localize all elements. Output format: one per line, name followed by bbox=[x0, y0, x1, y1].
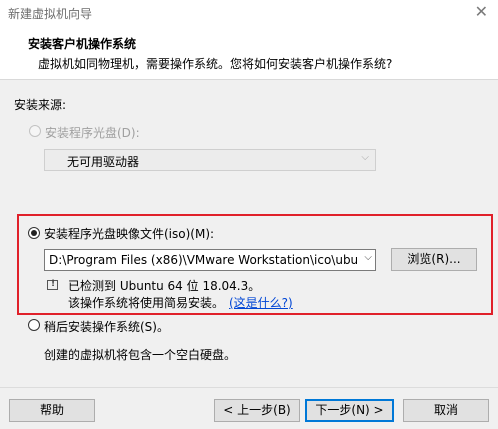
back-button[interactable]: < 上一步(B) bbox=[214, 399, 300, 422]
next-button[interactable]: 下一步(N) > bbox=[305, 399, 394, 422]
easy-install-text: 该操作系统将使用简易安装。 bbox=[68, 296, 225, 310]
iso-path-value: D:\Program Files (x86)\VMware Workstatio… bbox=[49, 253, 357, 267]
disc-option-label: 安装程序光盘(D): bbox=[45, 126, 140, 140]
cancel-button[interactable]: 取消 bbox=[403, 399, 489, 422]
install-source-label: 安装来源: bbox=[14, 98, 67, 112]
page-subtitle: 虚拟机如同物理机，需要操作系统。您将如何安装客户机操作系统? bbox=[38, 57, 393, 71]
what-is-this-link[interactable]: (这是什么?) bbox=[229, 294, 293, 311]
chevron-down-icon[interactable]: ⌵ bbox=[362, 252, 372, 263]
disc-drive-value: 无可用驱动器 bbox=[67, 155, 140, 169]
close-icon[interactable]: ✕ bbox=[475, 2, 488, 22]
iso-radio[interactable] bbox=[28, 227, 40, 239]
install-later-radio[interactable] bbox=[28, 319, 40, 331]
disc-radio[interactable] bbox=[29, 125, 41, 137]
install-later-label: 稍后安装操作系统(S)。 bbox=[44, 320, 169, 334]
page-title: 安装客户机操作系统 bbox=[28, 37, 137, 51]
detected-os-text: 已检测到 Ubuntu 64 位 18.04.3。 bbox=[68, 279, 261, 293]
install-later-description: 创建的虚拟机将包含一个空白硬盘。 bbox=[44, 348, 237, 362]
iso-option-label: 安装程序光盘映像文件(iso)(M): bbox=[44, 227, 215, 241]
iso-path-combobox[interactable]: D:\Program Files (x86)\VMware Workstatio… bbox=[44, 249, 376, 271]
wizard-header: 安装客户机操作系统 虚拟机如同物理机，需要操作系统。您将如何安装客户机操作系统? bbox=[0, 26, 498, 80]
footer-divider bbox=[0, 387, 498, 388]
info-icon bbox=[47, 279, 58, 290]
disc-drive-dropdown[interactable]: 无可用驱动器 ⌵ bbox=[44, 149, 376, 171]
chevron-down-icon: ⌵ bbox=[361, 152, 369, 163]
window-title: 新建虚拟机向导 bbox=[8, 7, 93, 21]
help-button[interactable]: 帮助 bbox=[9, 399, 95, 422]
title-bar: 新建虚拟机向导 ✕ bbox=[0, 0, 498, 26]
browse-button[interactable]: 浏览(R)... bbox=[391, 248, 477, 271]
